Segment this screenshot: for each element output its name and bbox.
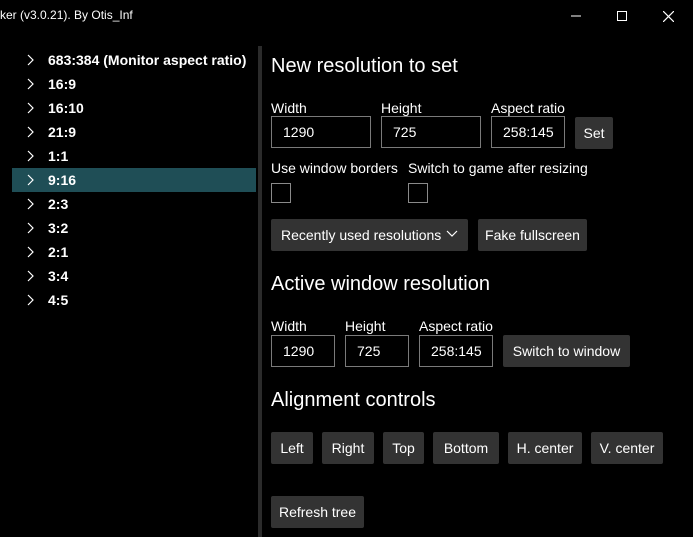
splitter[interactable] [258,46,262,537]
tree-item[interactable]: 3:4 [12,264,256,288]
align-top-button[interactable]: Top [383,432,424,464]
new-height-input[interactable]: 725 [381,116,481,148]
use-borders-label: Use window borders [271,160,398,176]
align-bottom-button[interactable]: Bottom [433,432,499,464]
maximize-button[interactable] [599,0,645,32]
tree-item-label: 2:1 [48,244,69,260]
tree-item-label: 683:384 (Monitor aspect ratio) [48,52,247,68]
active-height-label: Height [345,318,386,334]
set-button[interactable]: Set [575,117,613,149]
new-width-label: Width [271,100,307,116]
tree-item-label: 4:5 [48,292,69,308]
tree-item[interactable]: 4:5 [12,288,256,312]
tree-item[interactable]: 2:3 [12,192,256,216]
close-button[interactable] [645,0,691,32]
align-hcenter-button[interactable]: H. center [508,432,582,464]
window-title: ker (v3.0.21). By Otis_Inf [0,8,133,22]
tree-item-label: 2:3 [48,196,69,212]
tree-item[interactable]: 2:1 [12,240,256,264]
tree-item[interactable]: 16:9 [12,72,256,96]
active-resolution-heading: Active window resolution [271,273,490,295]
align-vcenter-button[interactable]: V. center [591,432,663,464]
tree-item-label: 9:16 [48,172,77,188]
chevron-right-icon[interactable] [12,198,48,210]
chevron-right-icon[interactable] [12,102,48,114]
alignment-heading: Alignment controls [271,389,436,411]
chevron-down-icon [446,230,458,237]
chevron-right-icon[interactable] [12,126,48,138]
chevron-right-icon[interactable] [12,78,48,90]
chevron-right-icon[interactable] [12,150,48,162]
new-resolution-heading: New resolution to set [271,55,458,77]
switch-after-checkbox[interactable] [408,183,428,203]
fake-fullscreen-button[interactable]: Fake fullscreen [478,219,587,251]
aspect-ratio-tree: 683:384 (Monitor aspect ratio) 16:9 16:10 2… [12,48,256,312]
switch-after-label: Switch to game after resizing [408,160,588,176]
minimize-button[interactable] [553,0,599,32]
tree-item-label: 16:10 [48,100,84,116]
tree-item-label: 16:9 [48,76,77,92]
recent-resolutions-label: Recently used resolutions [281,227,442,243]
chevron-right-icon[interactable] [12,270,48,282]
align-right-button[interactable]: Right [322,432,374,464]
new-height-label: Height [381,100,422,116]
new-width-input[interactable]: 1290 [271,116,371,148]
chevron-right-icon[interactable] [12,174,48,186]
align-left-button[interactable]: Left [271,432,313,464]
active-width-label: Width [271,318,307,334]
new-aspect-input[interactable]: 258:145 [491,116,565,148]
chevron-right-icon[interactable] [12,294,48,306]
chevron-right-icon[interactable] [12,246,48,258]
recent-resolutions-dropdown[interactable]: Recently used resolutions [271,219,468,251]
close-icon [662,10,674,22]
tree-item-label: 3:4 [48,268,69,284]
tree-item[interactable]: 16:10 [12,96,256,120]
active-height-input[interactable]: 725 [345,335,409,367]
minimize-icon [571,15,581,17]
refresh-tree-button[interactable]: Refresh tree [271,496,364,528]
maximize-icon [617,11,627,21]
title-bar: ker (v3.0.21). By Otis_Inf [0,0,693,32]
active-aspect-input[interactable]: 258:145 [419,335,493,367]
tree-item-label: 3:2 [48,220,69,236]
tree-item[interactable]: 683:384 (Monitor aspect ratio) [12,48,256,72]
tree-item-label: 1:1 [48,148,69,164]
new-aspect-label: Aspect ratio [491,100,565,116]
switch-to-window-button[interactable]: Switch to window [503,335,630,367]
tree-item[interactable]: 9:16 [12,168,256,192]
tree-item[interactable]: 1:1 [12,144,256,168]
tree-item[interactable]: 3:2 [12,216,256,240]
tree-item-label: 21:9 [48,124,77,140]
tree-item[interactable]: 21:9 [12,120,256,144]
active-aspect-label: Aspect ratio [419,318,493,334]
chevron-right-icon[interactable] [12,222,48,234]
use-borders-checkbox[interactable] [271,183,291,203]
chevron-right-icon[interactable] [12,54,48,66]
active-width-input[interactable]: 1290 [271,335,335,367]
